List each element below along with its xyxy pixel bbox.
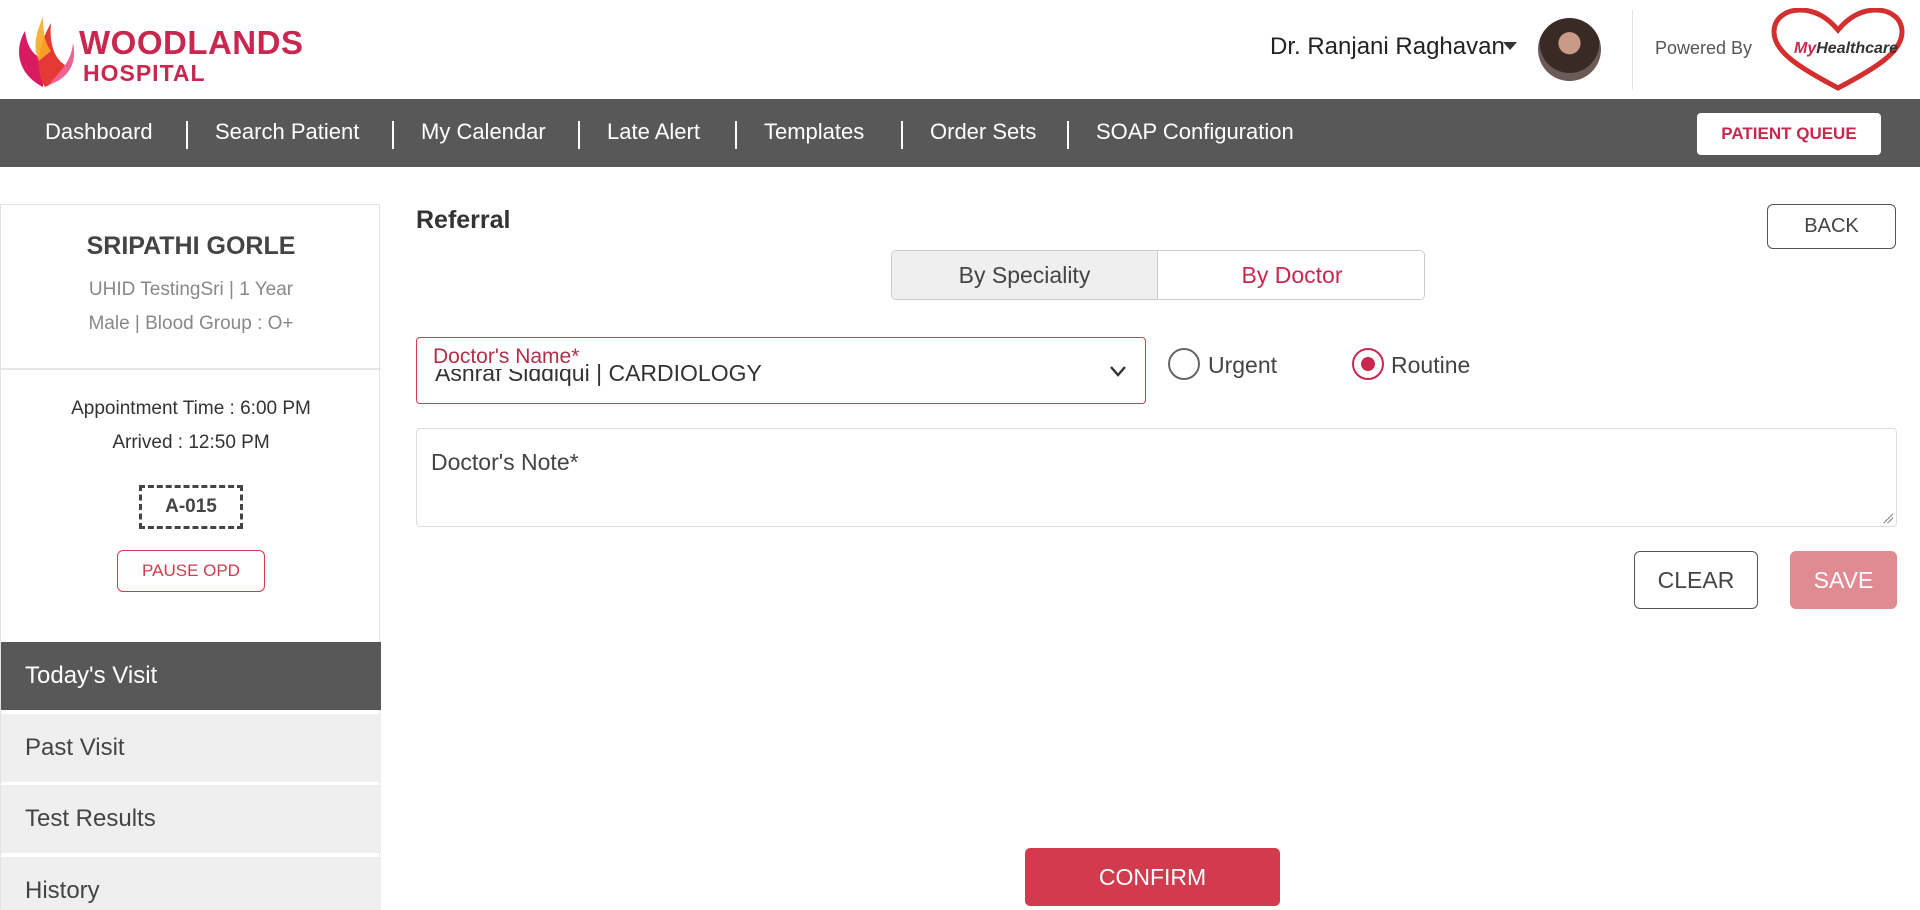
doctor-name-label: Doctor's Name* [433,345,580,369]
nav-templates[interactable]: Templates [764,119,864,145]
hospital-logo[interactable]: WOODLANDS HOSPITAL [15,13,303,89]
user-name[interactable]: Dr. Ranjani Raghavan [1270,33,1505,61]
patient-queue-button[interactable]: PATIENT QUEUE [1697,113,1881,155]
patient-name: SRIPATHI GORLE [86,232,296,260]
brand-name: WOODLANDS [79,24,304,61]
app-header: WOODLANDS HOSPITAL Dr. Ranjani Raghavan … [0,0,1920,99]
page-title: Referral [416,206,511,234]
routine-label[interactable]: Routine [1391,352,1470,379]
main-nav: Dashboard Search Patient My Calendar Lat… [0,99,1920,167]
pause-opd-button[interactable]: PAUSE OPD [117,550,265,592]
caret-down-icon[interactable] [1503,42,1517,50]
doctors-note-input[interactable]: Doctor's Note* [416,428,1897,527]
urgent-label[interactable]: Urgent [1208,352,1277,379]
powered-by-label: Powered By [1655,38,1753,58]
nav-search-patient[interactable]: Search Patient [215,119,359,145]
nav-separator [735,121,737,149]
partner-logo: MyHealthcare [1770,7,1906,92]
nav-separator [578,121,580,149]
save-button[interactable]: SAVE [1790,551,1897,609]
nav-order-sets[interactable]: Order Sets [930,119,1036,145]
chevron-down-icon[interactable] [1109,362,1127,380]
patient-demographics: Male | Blood Group : O+ [88,313,294,334]
referral-type-toggle: By Speciality By Doctor [891,250,1425,300]
sidebar-divider [1,368,381,370]
nav-separator [392,121,394,149]
doctor-name-select[interactable]: Ashraf Siddiqui | CARDIOLOGY Doctor's Na… [416,337,1146,404]
nav-dashboard[interactable]: Dashboard [45,119,153,145]
nav-separator [901,121,903,149]
resize-grip-icon[interactable] [1883,513,1893,523]
tab-by-doctor[interactable]: By Doctor [1159,251,1424,299]
partner-logo-text: MyHealthcare [1794,40,1899,57]
confirm-button[interactable]: CONFIRM [1025,848,1280,906]
tab-by-speciality[interactable]: By Speciality [892,251,1158,299]
sidebar-item-past-visit[interactable]: Past Visit [1,714,381,782]
routine-radio[interactable] [1352,348,1384,380]
referral-page: WOODLANDS HOSPITAL Dr. Ranjani Raghavan … [0,0,1920,910]
nav-my-calendar[interactable]: My Calendar [421,119,546,145]
nav-separator [186,121,188,149]
brand-subname: HOSPITAL [83,60,206,86]
sidebar-item-todays-visit[interactable]: Today's Visit [1,642,381,710]
avatar[interactable] [1538,18,1601,81]
nav-separator [1067,121,1069,149]
nav-late-alert[interactable]: Late Alert [607,119,700,145]
header-divider [1632,10,1633,90]
arrived-time: Arrived : 12:50 PM [112,432,270,453]
back-button[interactable]: BACK [1767,204,1896,249]
doctors-note-placeholder: Doctor's Note* [431,449,579,475]
token-badge: A-015 [139,485,243,529]
nav-soap-configuration[interactable]: SOAP Configuration [1096,119,1294,145]
flame-logo-icon [19,17,75,87]
patient-sidebar: SRIPATHI GORLE UHID TestingSri | 1 Year … [0,204,381,910]
appointment-time: Appointment Time : 6:00 PM [71,398,311,419]
sidebar-item-test-results[interactable]: Test Results [1,785,381,853]
patient-uhid: UHID TestingSri | 1 Year [88,279,294,300]
clear-button[interactable]: CLEAR [1634,551,1758,609]
sidebar-item-history[interactable]: History [1,857,381,910]
urgent-radio[interactable] [1168,348,1200,380]
